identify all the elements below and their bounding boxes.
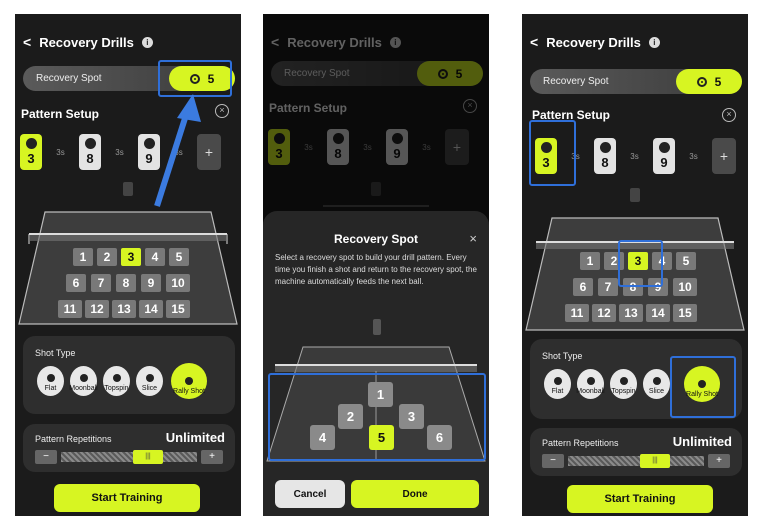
- zone-cell[interactable]: 5: [676, 252, 696, 270]
- shot-flat[interactable]: Flat: [544, 369, 571, 399]
- pattern-card[interactable]: 8: [594, 138, 616, 174]
- recovery-spot-sheet: Recovery Spot × Select a recovery spot t…: [263, 211, 489, 516]
- repetitions-card: Pattern Repetitions Unlimited − ||| +: [530, 428, 742, 476]
- sheet-description: Select a recovery spot to build your dri…: [275, 253, 477, 286]
- info-icon[interactable]: i: [648, 36, 660, 48]
- recovery-spot-label: Recovery Spot: [543, 76, 609, 87]
- flat-icon: [553, 377, 562, 385]
- cancel-button[interactable]: Cancel: [275, 480, 345, 508]
- interval-label: 3s: [689, 151, 698, 161]
- zone-cell[interactable]: 1: [580, 252, 600, 270]
- zone-cell[interactable]: 13: [619, 304, 643, 322]
- ball-icon: [696, 76, 707, 87]
- plus-button[interactable]: +: [708, 454, 730, 468]
- page-title: Recovery Drills: [546, 34, 641, 50]
- minus-button[interactable]: −: [542, 454, 564, 468]
- shot-label: Slice: [648, 388, 665, 395]
- shot-type-title: Shot Type: [542, 351, 583, 361]
- screen-pattern-setup: < Recovery Drills i Recovery Spot 5 Patt…: [15, 14, 241, 516]
- header: < Recovery Drills i: [530, 34, 660, 50]
- zone-cell[interactable]: 15: [673, 304, 697, 322]
- screen-recovery-modal: < Recovery Drills i Recovery Spot 5 Patt…: [263, 14, 489, 516]
- shot-icon: [599, 142, 611, 153]
- zone-cell[interactable]: 12: [592, 304, 616, 322]
- zone-cell[interactable]: 11: [565, 304, 589, 322]
- recovery-spot-bar[interactable]: Recovery Spot 5: [530, 69, 742, 94]
- done-button[interactable]: Done: [351, 480, 479, 508]
- interval-label: 3s: [630, 151, 639, 161]
- zone-cell[interactable]: 7: [598, 278, 618, 296]
- repetitions-title: Pattern Repetitions: [542, 438, 619, 448]
- zone-cell[interactable]: 10: [673, 278, 697, 296]
- start-training-button[interactable]: Start Training: [567, 485, 713, 513]
- repetitions-value: Unlimited: [672, 434, 732, 449]
- add-pattern-button[interactable]: +: [712, 138, 736, 174]
- back-chevron-icon[interactable]: <: [530, 34, 538, 50]
- shot-topspin[interactable]: Topspin: [610, 369, 637, 399]
- slice-icon: [652, 377, 661, 385]
- highlight-court: [268, 373, 486, 461]
- highlight-zone: [618, 240, 663, 287]
- highlight-rally-shot: [670, 356, 736, 418]
- recovery-spot-value: 5: [714, 74, 722, 89]
- close-icon[interactable]: ×: [469, 231, 477, 246]
- zone-cell[interactable]: 6: [573, 278, 593, 296]
- repetitions-track[interactable]: [568, 456, 704, 466]
- pattern-card[interactable]: 9: [653, 138, 675, 174]
- moonball-icon: [586, 377, 595, 385]
- pattern-card-number: 9: [660, 155, 668, 170]
- screen-pattern-updated: < Recovery Drills i Recovery Spot 5 Patt…: [522, 14, 748, 516]
- highlight-pattern-card: [529, 120, 576, 186]
- shot-icon: [658, 142, 670, 153]
- recovery-spot-pill[interactable]: 5: [676, 69, 742, 94]
- repetitions-thumb[interactable]: |||: [640, 454, 670, 468]
- arrow-icon: [154, 94, 201, 207]
- zone-cell[interactable]: 14: [646, 304, 670, 322]
- topspin-icon: [619, 377, 628, 385]
- shot-moonball[interactable]: Moonball: [576, 369, 605, 399]
- shot-label: Moonball: [576, 388, 605, 395]
- shot-slice[interactable]: Slice: [643, 369, 670, 399]
- sheet-title: Recovery Spot: [333, 232, 419, 246]
- shot-label: Topspin: [611, 388, 636, 395]
- close-circle-icon[interactable]: ×: [722, 108, 736, 122]
- pattern-card-number: 8: [601, 155, 609, 170]
- shot-label: Flat: [551, 388, 564, 395]
- repetitions-stepper: − ||| +: [542, 454, 730, 468]
